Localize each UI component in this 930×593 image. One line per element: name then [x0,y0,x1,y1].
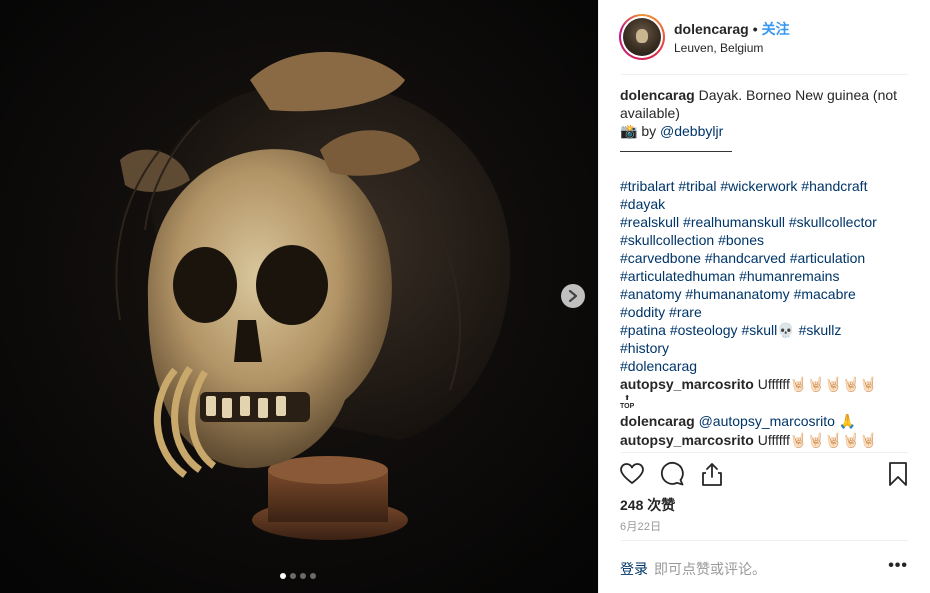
divider [621,452,908,453]
hashtag-link[interactable]: #skullz [799,322,842,338]
pray-emoji: 🙏 [838,414,857,430]
comment-item: dolencarag @autopsy_marcosrito 🙏 [620,412,910,431]
camera-emoji: 📸 [620,124,638,140]
instagram-post: dolencarag • 关注 Leuven, Belgium dolencar… [0,0,930,593]
avatar[interactable] [619,14,665,60]
comment-icon [660,462,684,486]
comment-author[interactable]: autopsy_marcosrito [620,432,754,448]
by-label: by [641,123,657,139]
hashtag-link[interactable]: #dolencarag [620,358,697,374]
hashtag-line: #dolencarag [620,357,910,375]
carousel-dot [280,573,286,579]
hashtag-link[interactable]: #osteology [670,322,738,338]
comments-list: dolencarag Dayak. Borneo New guinea (not… [620,86,910,450]
bookmark-icon [889,462,907,486]
divider [621,540,908,541]
comment-item: autopsy_marcosrito Uffffff🤘🏻🤘🏻🤘🏻🤘🏻🤘🏻 [620,431,910,450]
carousel-indicator [280,573,316,579]
comment-mention[interactable]: @autopsy_marcosrito [699,413,835,429]
action-bar [619,461,911,487]
caption-author[interactable]: dolencarag [620,87,695,103]
caption-credit: 📸 by @debbyljr [620,122,910,141]
hashtag-link[interactable]: #articulatedhuman [620,268,735,284]
hashtag-link[interactable]: #macabre [794,286,856,302]
carousel-dot [290,573,296,579]
comment-placeholder[interactable]: 即可点赞或评论。 [654,559,766,579]
avatar-image [623,18,661,56]
hashtag-link[interactable]: #anatomy [620,286,681,302]
post-date[interactable]: 6月22日 [620,518,661,534]
hashtag-line: #anatomy #humananatomy #macabre [620,285,910,303]
hashtag-link[interactable]: #handcraft [801,178,867,194]
top-arrow-icon: ⬆ TOP [620,395,635,410]
chevron-right-icon [568,290,578,302]
hashtag-link[interactable]: #skullcollector [789,214,877,230]
login-link[interactable]: 登录 [620,559,648,579]
hashtag-link[interactable]: #bones [718,232,764,248]
hashtag-line: #patina #osteology #skull💀 #skullz [620,321,910,339]
rock-hand-emoji: 🤘🏻🤘🏻🤘🏻🤘🏻🤘🏻 [789,377,878,393]
hashtag-line: #articulatedhuman #humanremains [620,267,910,285]
post-header: dolencarag • 关注 Leuven, Belgium [599,0,930,74]
hashtag-link[interactable]: #handcarved [705,250,786,266]
user-meta: dolencarag • 关注 Leuven, Belgium [674,19,790,55]
hashtag-line: #oddity #rare [620,303,910,321]
carousel-dot [300,573,306,579]
hashtag-link[interactable]: #oddity [620,304,665,320]
hashtag-line: #dayak [620,195,910,213]
share-icon [702,463,722,486]
next-photo-button[interactable] [561,284,585,308]
share-button[interactable] [699,461,725,487]
hashtag-list: #tribalart #tribal #wickerwork #handcraf… [620,177,910,375]
hashtag-link[interactable]: #humanremains [739,268,839,284]
comment-text: Uffffff [757,376,790,392]
caption-separator: ———————— [620,142,732,158]
hashtag-link[interactable]: #wickerwork [720,178,797,194]
hashtag-line: #realskull #realhumanskull #skullcollect… [620,213,910,231]
hashtag-link[interactable]: #history [620,340,669,356]
location-link[interactable]: Leuven, Belgium [674,41,790,55]
hashtag-link[interactable]: #dayak [620,196,665,212]
hashtag-link[interactable]: #skull💀 [741,322,794,338]
username-link[interactable]: dolencarag [674,21,749,37]
bullet-separator: • [752,21,758,37]
hashtag-link[interactable]: #carvedbone [620,250,701,266]
post-side-panel: dolencarag • 关注 Leuven, Belgium dolencar… [598,0,930,593]
hashtag-line: #skullcollection #bones [620,231,910,249]
add-comment-row: 登录 即可点赞或评论。 [620,559,766,579]
hashtag-line: #history [620,339,910,357]
divider [621,74,908,75]
comment-author[interactable]: autopsy_marcosrito [620,376,754,392]
carousel-dot [310,573,316,579]
hashtag-line: #tribalart #tribal #wickerwork #handcraf… [620,177,910,195]
save-button[interactable] [885,461,911,487]
like-button[interactable] [619,461,645,487]
skull-photo [0,0,598,593]
rock-hand-emoji: 🤘🏻🤘🏻🤘🏻🤘🏻🤘🏻 [789,433,878,449]
comment-text: Uffffff [757,432,790,448]
hashtag-line: #carvedbone #handcarved #articulation [620,249,910,267]
comment-item: autopsy_marcosrito Uffffff🤘🏻🤘🏻🤘🏻🤘🏻🤘🏻 [620,375,910,394]
mention-link[interactable]: @debbyljr [660,123,723,139]
comment-author[interactable]: dolencarag [620,413,695,429]
follow-button[interactable]: 关注 [762,19,790,39]
hashtag-link[interactable]: #rare [669,304,702,320]
hashtag-link[interactable]: #patina [620,322,666,338]
comment-extra: ⬆ TOP [620,394,910,412]
hashtag-link[interactable]: #tribal [678,178,716,194]
hashtag-link[interactable]: #realhumanskull [683,214,785,230]
caption: dolencarag Dayak. Borneo New guinea (not… [620,86,910,122]
hashtag-link[interactable]: #tribalart [620,178,674,194]
like-count[interactable]: 248 次赞 [620,495,675,515]
post-media[interactable] [0,0,598,593]
hashtag-link[interactable]: #skullcollection [620,232,714,248]
hashtag-link[interactable]: #realskull [620,214,679,230]
more-options-button[interactable]: ••• [888,558,908,574]
hashtag-link[interactable]: #humananatomy [685,286,789,302]
hashtag-link[interactable]: #articulation [790,250,866,266]
comment-button[interactable] [659,461,685,487]
heart-icon [620,463,644,484]
